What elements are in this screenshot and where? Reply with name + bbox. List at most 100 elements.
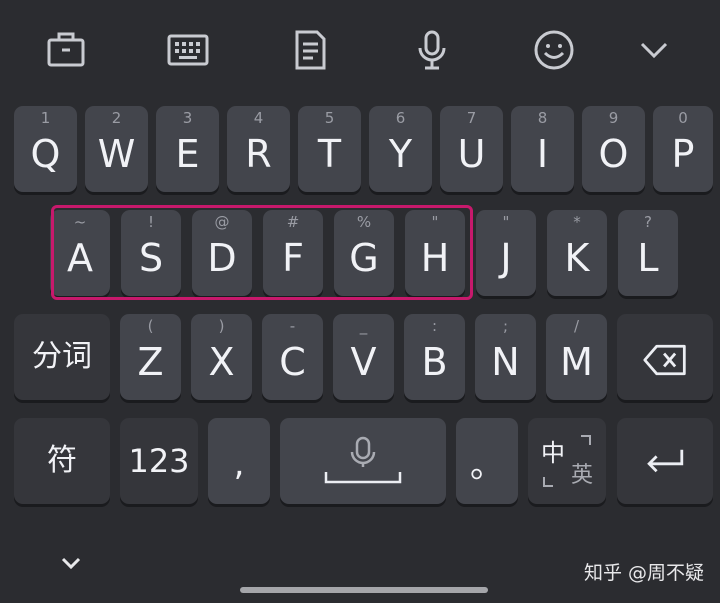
key-label: I (536, 132, 549, 176)
key-f[interactable]: # F (263, 210, 323, 296)
key-t[interactable]: 5 T (298, 106, 361, 192)
key-i[interactable]: 8 I (511, 106, 574, 192)
key-hint: - (289, 317, 296, 335)
corner-bracket-icon (543, 477, 553, 487)
key-label: Z (137, 340, 164, 384)
watermark: 知乎 @周不疑 (583, 562, 704, 584)
key-label: K (564, 236, 590, 280)
key-label: P (671, 132, 695, 176)
key-n[interactable]: ; N (475, 314, 536, 400)
key-s[interactable]: ! S (121, 210, 181, 296)
key-label: N (491, 340, 520, 384)
key-h[interactable]: " H (405, 210, 465, 296)
segment-key[interactable]: 分词 (14, 314, 110, 400)
key-p[interactable]: 0 P (653, 106, 713, 192)
key-hint: ; (502, 317, 509, 335)
key-hint: : (431, 317, 438, 335)
key-label: A (67, 236, 93, 280)
key-hint: 1 (40, 109, 51, 127)
key-hint: 9 (608, 109, 619, 127)
key-v[interactable]: _ V (333, 314, 394, 400)
key-b[interactable]: : B (404, 314, 465, 400)
space-microphone-icon (324, 436, 402, 484)
lang-zh-label: 中 (541, 439, 565, 467)
key-hint: % (356, 213, 372, 231)
key-label: H (420, 236, 450, 280)
enter-key[interactable] (617, 418, 713, 504)
enter-icon (647, 449, 684, 473)
backspace-icon (643, 344, 686, 376)
comma-key[interactable]: , (208, 418, 270, 504)
key-w[interactable]: 2 W (85, 106, 148, 192)
key-hint: 8 (537, 109, 548, 127)
key-u[interactable]: 7 U (440, 106, 503, 192)
key-j[interactable]: " J (476, 210, 536, 296)
key-hint: ) (218, 317, 225, 335)
key-label: F (282, 236, 304, 280)
corner-bracket-icon (581, 435, 591, 445)
key-e[interactable]: 3 E (156, 106, 219, 192)
key-r[interactable]: 4 R (227, 106, 290, 192)
key-label: 分词 (32, 339, 92, 374)
key-hint: 6 (395, 109, 406, 127)
key-label: V (350, 340, 377, 384)
language-switch-glyph: 中 英 (541, 433, 593, 489)
key-label: X (208, 340, 235, 384)
key-hint: * (573, 213, 581, 231)
key-label: L (637, 236, 659, 280)
numbers-key[interactable]: 123 (120, 418, 198, 504)
key-hint: @ (214, 213, 230, 231)
key-label: B (421, 340, 448, 384)
key-d[interactable]: @ D (192, 210, 252, 296)
key-hint: " (431, 213, 439, 231)
key-z[interactable]: ( Z (120, 314, 181, 400)
space-key[interactable] (280, 418, 446, 504)
key-hint: _ (359, 317, 368, 335)
key-k[interactable]: * K (547, 210, 607, 296)
key-hint: " (502, 213, 510, 231)
key-label: 符 (47, 443, 77, 478)
key-label: M (560, 340, 593, 384)
home-indicator[interactable] (240, 587, 488, 593)
key-label: , (233, 444, 245, 484)
key-q[interactable]: 1 Q (14, 106, 77, 192)
key-hint: 4 (253, 109, 264, 127)
key-label: Q (30, 132, 61, 176)
key-o[interactable]: 9 O (582, 106, 645, 192)
backspace-key[interactable] (617, 314, 713, 400)
key-y[interactable]: 6 Y (369, 106, 432, 192)
key-hint: 7 (466, 109, 477, 127)
key-label: G (349, 236, 379, 280)
key-g[interactable]: % G (334, 210, 394, 296)
key-label: U (457, 132, 486, 176)
keyboard: 1 Q 2 W 3 E 4 R 5 T 6 Y 7 U 8 I 9 O 0 P … (0, 0, 720, 603)
key-hint: ! (147, 213, 154, 231)
collapse-keyboard-icon[interactable] (56, 548, 86, 578)
key-a[interactable]: ~ A (50, 210, 110, 296)
key-label: T (317, 132, 342, 176)
key-x[interactable]: ) X (191, 314, 252, 400)
key-hint: 5 (324, 109, 335, 127)
key-m[interactable]: / M (546, 314, 607, 400)
language-switch-key[interactable]: 中 英 (528, 418, 606, 504)
key-label: E (175, 132, 200, 176)
key-hint: ? (644, 213, 652, 231)
key-hint: 3 (182, 109, 193, 127)
key-hint: / (573, 317, 580, 335)
key-label: R (245, 132, 272, 176)
key-hint: 0 (678, 109, 688, 127)
key-label: C (279, 340, 306, 384)
key-label: J (500, 236, 512, 280)
key-label: S (138, 236, 164, 280)
symbol-key[interactable]: 符 (14, 418, 110, 504)
key-label: W (97, 132, 136, 176)
key-c[interactable]: - C (262, 314, 323, 400)
key-hint: # (286, 213, 300, 231)
key-hint: 2 (111, 109, 122, 127)
key-l[interactable]: ? L (618, 210, 678, 296)
key-label: 123 (128, 442, 190, 480)
period-key[interactable]: 。 (456, 418, 518, 504)
key-hint: ( (147, 317, 154, 335)
key-label: Y (388, 132, 413, 176)
lang-en-label: 英 (570, 463, 593, 488)
